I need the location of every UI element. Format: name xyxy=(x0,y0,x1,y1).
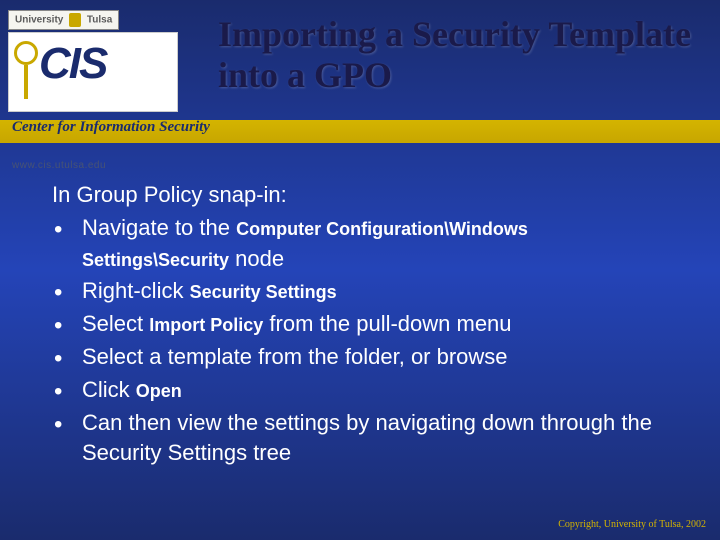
list-item: Click Open xyxy=(52,375,672,406)
intro-text: In Group Policy snap-in: xyxy=(52,180,672,211)
slide-content: In Group Policy snap-in: Navigate to the… xyxy=(52,180,672,471)
slide-header: University Tulsa CIS Center for Informat… xyxy=(0,0,720,146)
slide-title: Importing a Security Template into a GPO xyxy=(218,14,698,97)
university-bar: University Tulsa xyxy=(8,10,119,30)
cis-text: CIS xyxy=(39,39,106,89)
gold-underline xyxy=(0,140,720,143)
cis-logo: CIS xyxy=(8,32,178,112)
uni-right: Tulsa xyxy=(87,15,112,26)
copyright-text: Copyright, University of Tulsa, 2002 xyxy=(558,519,706,530)
bullet-list: Navigate to the Computer Configuration\W… xyxy=(52,213,672,469)
center-subtitle: Center for Information Security xyxy=(12,119,210,136)
list-item: Can then view the settings by navigating… xyxy=(52,408,672,470)
list-item: Right-click Security Settings xyxy=(52,276,672,307)
list-item: Navigate to the Computer Configuration\W… xyxy=(52,213,672,275)
logo-block: University Tulsa CIS xyxy=(8,10,196,170)
list-item: Select a template from the folder, or br… xyxy=(52,342,672,373)
list-item: Select Import Policy from the pull-down … xyxy=(52,309,672,340)
uni-left: University xyxy=(15,15,63,26)
key-icon xyxy=(15,41,37,101)
url-text: www.cis.utulsa.edu xyxy=(12,160,106,171)
shield-icon xyxy=(69,13,81,27)
